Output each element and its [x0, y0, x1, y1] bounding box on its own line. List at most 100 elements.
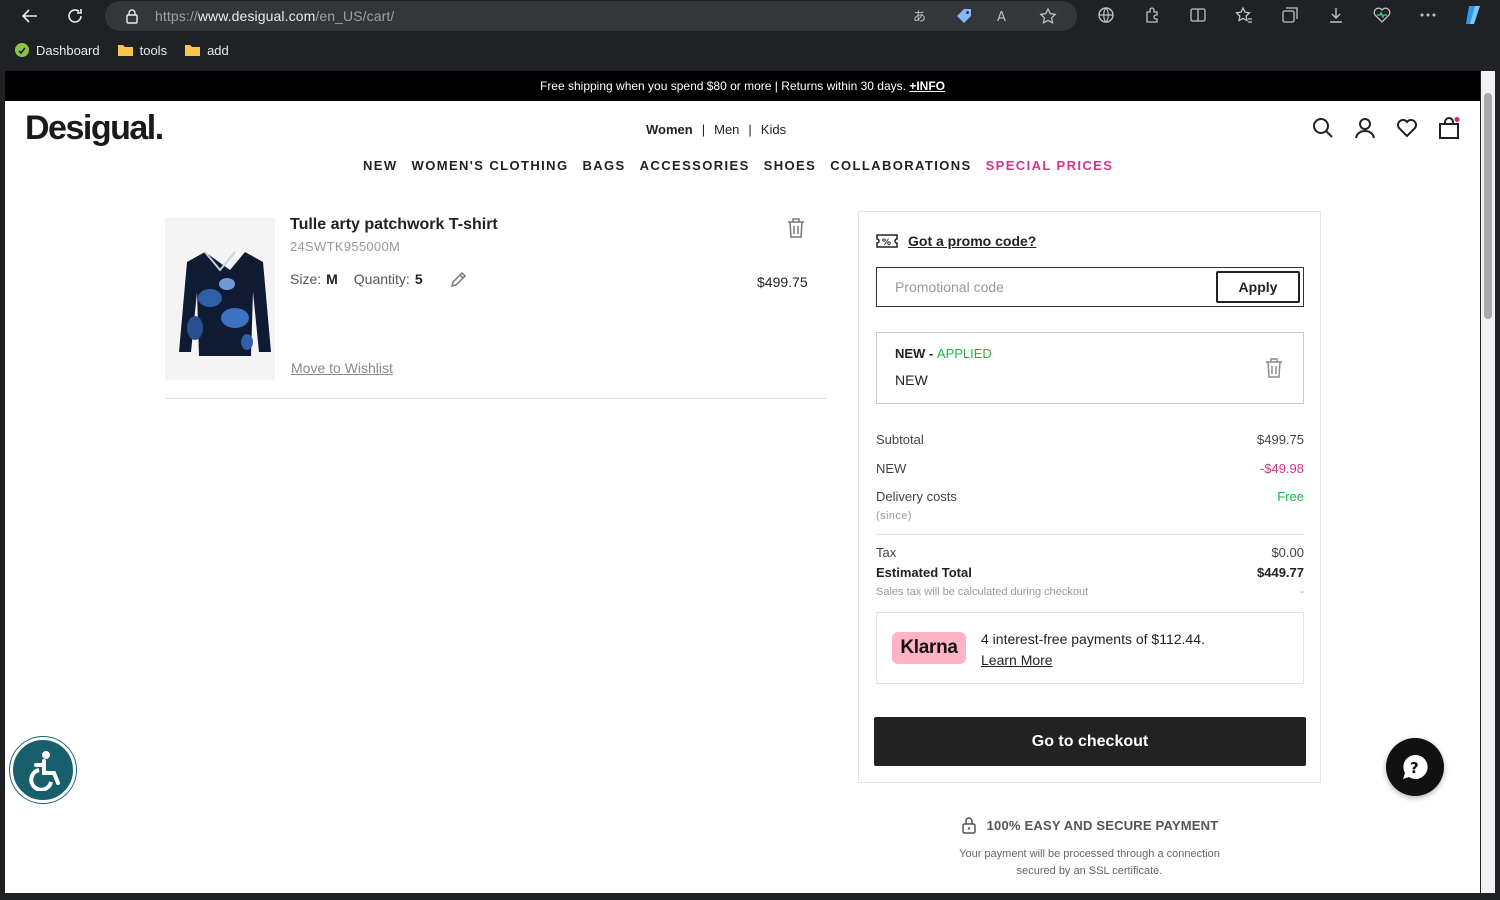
copilot-icon[interactable] [1463, 5, 1485, 25]
svg-text:%: % [882, 238, 891, 248]
cart-bag-icon[interactable] [1438, 117, 1460, 139]
bookmark-tools[interactable]: tools [117, 42, 167, 58]
svg-text:A: A [997, 10, 1006, 24]
move-to-wishlist-link[interactable]: Move to Wishlist [291, 360, 393, 376]
bookmark-label: add [207, 42, 229, 58]
favorites-icon[interactable] [1233, 5, 1255, 25]
chat-help-button[interactable]: ? [1386, 738, 1444, 796]
globe-icon[interactable] [1095, 5, 1117, 25]
promo-code-toggle[interactable]: % Got a promo code? [876, 233, 1036, 249]
folder-icon [185, 45, 201, 56]
url-text[interactable]: https://www.desigual.com/en_US/cart/ [155, 8, 394, 24]
tax-label: Tax [876, 545, 897, 560]
extensions-icon[interactable] [1141, 5, 1163, 25]
bookmark-dashboard[interactable]: Dashboard [14, 42, 100, 58]
browser-essentials-icon[interactable] [1371, 5, 1393, 25]
secure-line-2: secured by an SSL certificate. [1016, 865, 1163, 877]
search-icon[interactable] [1312, 117, 1334, 139]
applied-label: APPLIED [936, 346, 992, 361]
reload-icon[interactable] [63, 4, 87, 28]
discount-label: NEW [876, 461, 907, 476]
remove-item-trash-icon[interactable] [786, 217, 806, 244]
gender-tabs: Women | Men | Kids [646, 122, 786, 137]
promo-banner-text: Free shipping when you spend $80 or more… [539, 79, 906, 93]
tab-women[interactable]: Women [646, 122, 693, 137]
bookmark-label: tools [139, 42, 168, 58]
nav-special-prices[interactable]: SPECIAL PRICES [986, 158, 1114, 173]
klarna-text: 4 interest-free payments of $112.44. Lea… [981, 629, 1205, 671]
padlock-icon [961, 817, 976, 834]
order-summary: % Got a promo code? Apply NEW - APPLIED … [858, 211, 1321, 783]
bookmark-add[interactable]: add [184, 42, 229, 58]
secure-payment-info: 100% EASY AND SECURE PAYMENT Your paymen… [858, 816, 1321, 880]
promo-info-link[interactable]: +INFO [909, 79, 945, 93]
nav-womens-clothing[interactable]: WOMEN'S CLOTHING [412, 158, 569, 173]
translate-icon[interactable]: あ [911, 6, 933, 26]
delivery-row: Delivery costs Free [876, 489, 1304, 504]
secure-line-1: Your payment will be processed through a… [959, 848, 1220, 860]
split-screen-icon[interactable] [1187, 5, 1209, 25]
lock-icon[interactable] [125, 8, 139, 29]
wishlist-heart-icon[interactable] [1396, 117, 1418, 139]
accessibility-icon [29, 751, 60, 791]
separator: | [748, 122, 752, 137]
tax-value: $0.00 [1271, 545, 1304, 560]
estimated-total-label: Estimated Total [876, 565, 972, 580]
dashboard-icon [15, 43, 29, 57]
remove-promo-trash-icon[interactable] [1265, 358, 1283, 383]
product-image[interactable] [165, 218, 275, 380]
tab-kids[interactable]: Kids [761, 122, 786, 137]
klarna-installments: 4 interest-free payments of $112.44. [981, 631, 1205, 647]
address-bar[interactable]: https://www.desigual.com/en_US/cart/ あ A [105, 1, 1077, 31]
desigual-logo[interactable]: Desigual. [25, 109, 164, 148]
collections-icon[interactable] [1279, 5, 1301, 25]
subtotal-row: Subtotal $499.75 [876, 432, 1304, 447]
chat-question-icon: ? [1403, 754, 1428, 779]
svg-text:あ: あ [913, 10, 926, 24]
scrollbar-thumb[interactable] [1484, 93, 1492, 319]
apply-button[interactable]: Apply [1216, 271, 1300, 303]
delivery-since-note: (since) [876, 510, 912, 522]
size-label: Size: [290, 271, 322, 287]
promo-banner: Free shipping when you spend $80 or more… [5, 71, 1480, 101]
price-tag-icon[interactable] [953, 6, 975, 26]
folder-icon [117, 45, 133, 56]
applied-promo: NEW - APPLIED NEW [876, 332, 1304, 404]
back-icon[interactable] [18, 4, 42, 28]
account-icon[interactable] [1354, 117, 1376, 139]
tax-note-value: - [1300, 586, 1304, 598]
applied-promo-status: NEW - APPLIED [895, 346, 992, 361]
download-icon[interactable] [1325, 5, 1347, 25]
product-price: $499.75 [757, 274, 808, 290]
klarna-payment-info: Klarna 4 interest-free payments of $112.… [876, 612, 1304, 684]
nav-collaborations[interactable]: COLLABORATIONS [830, 158, 971, 173]
nav-accessories[interactable]: ACCESSORIES [640, 158, 750, 173]
product-title[interactable]: Tulle arty patchwork T-shirt [290, 216, 498, 234]
nav-bags[interactable]: BAGS [582, 158, 625, 173]
bookmark-label: Dashboard [36, 42, 100, 58]
more-options-icon[interactable] [1417, 5, 1439, 25]
quantity-value: 5 [414, 271, 423, 287]
tab-men[interactable]: Men [714, 122, 739, 137]
promo-code-heading: Got a promo code? [908, 233, 1037, 249]
klarna-logo: Klarna [892, 632, 966, 664]
product-attributes: Size: M Quantity: 5 [290, 271, 423, 287]
promo-tag-icon: % [876, 234, 898, 248]
klarna-learn-more-link[interactable]: Learn More [981, 652, 1053, 668]
favorite-star-icon[interactable] [1037, 6, 1059, 26]
promo-code-form: Apply [876, 267, 1304, 307]
edit-pencil-icon[interactable] [449, 269, 469, 294]
promo-code-input[interactable] [877, 268, 1213, 306]
applied-promo-name: NEW [895, 372, 928, 388]
delivery-label: Delivery costs [876, 489, 957, 504]
subtotal-label: Subtotal [876, 432, 924, 447]
nav-shoes[interactable]: SHOES [764, 158, 817, 173]
read-aloud-icon[interactable]: A [995, 6, 1017, 26]
go-to-checkout-button[interactable]: Go to checkout [874, 717, 1306, 766]
scrollbar[interactable] [1481, 71, 1495, 893]
subtotal-value: $499.75 [1257, 432, 1304, 447]
main-navigation: NEW WOMEN'S CLOTHING BAGS ACCESSORIES SH… [363, 158, 1113, 173]
nav-new[interactable]: NEW [363, 158, 398, 173]
accessibility-button[interactable] [10, 737, 76, 803]
secure-payment-description: Your payment will be processed through a… [858, 846, 1321, 880]
